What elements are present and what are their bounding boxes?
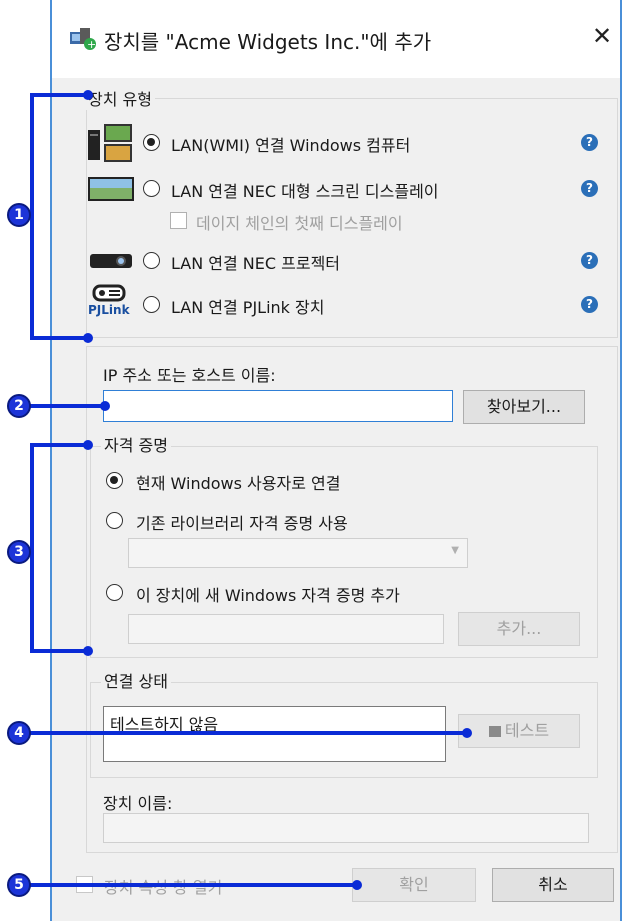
ok-button[interactable]: 확인	[352, 868, 476, 902]
address-input[interactable]	[103, 390, 453, 422]
add-device-icon: +	[70, 28, 96, 51]
radio-large-display[interactable]	[143, 180, 160, 197]
option-pjlink: LAN 연결 PJLink 장치	[171, 298, 325, 317]
radio-projector[interactable]	[143, 252, 160, 269]
radio-new-credential[interactable]	[106, 584, 123, 601]
callout-dot	[100, 401, 110, 411]
callout-dot	[352, 880, 362, 890]
option-projector: LAN 연결 NEC 프로젝터	[171, 254, 341, 273]
radio-current-user[interactable]	[106, 472, 123, 489]
callout-badge: 4	[7, 721, 31, 745]
help-icon[interactable]: ?	[581, 134, 598, 151]
device-type-label: 장치 유형	[85, 86, 155, 110]
daisy-chain-label: 데이지 체인의 첫째 디스플레이	[196, 214, 403, 233]
callout-dot	[462, 728, 472, 738]
network-port-icon	[488, 726, 501, 737]
pjlink-logo-text: PJLink	[88, 303, 130, 317]
callout-line	[30, 93, 88, 97]
help-icon[interactable]: ?	[581, 296, 598, 313]
callout-badge: 3	[7, 540, 31, 564]
callout-line	[30, 649, 88, 653]
connection-status-label: 연결 상태	[101, 668, 171, 692]
option-library-credential: 기존 라이브러리 자격 증명 사용	[136, 514, 348, 533]
radio-pjlink[interactable]	[143, 296, 160, 313]
callout-dot	[83, 90, 93, 100]
window-title: 장치를 "Acme Widgets Inc."에 추가	[104, 30, 432, 54]
option-windows-computer: LAN(WMI) 연결 Windows 컴퓨터	[171, 136, 411, 155]
large-display-icon	[88, 177, 134, 203]
daisy-chain-checkbox[interactable]	[170, 212, 187, 229]
windows-computer-icon	[88, 122, 134, 164]
callout-line	[20, 404, 106, 408]
callout-line	[20, 883, 358, 887]
callout-dot	[83, 646, 93, 656]
address-label: IP 주소 또는 호스트 이름:	[103, 366, 276, 385]
close-icon[interactable]: ✕	[592, 22, 612, 50]
test-button-label: 테스트	[504, 721, 550, 740]
chevron-down-icon: ▼	[451, 545, 459, 556]
callout-dot	[83, 440, 93, 450]
credentials-label: 자격 증명	[101, 432, 171, 456]
cancel-button[interactable]: 취소	[492, 868, 614, 902]
callout-line	[20, 731, 468, 735]
help-icon[interactable]: ?	[581, 252, 598, 269]
help-icon[interactable]: ?	[581, 180, 598, 197]
radio-library-credential[interactable]	[106, 512, 123, 529]
browse-button[interactable]: 찾아보기...	[463, 390, 585, 424]
callout-line	[30, 443, 88, 447]
device-name-label: 장치 이름:	[103, 794, 173, 813]
callout-badge: 5	[7, 873, 31, 897]
callout-line	[30, 336, 88, 340]
svg-text:+: +	[87, 38, 96, 50]
test-button[interactable]: 테스트	[458, 714, 580, 748]
callout-dot	[83, 333, 93, 343]
radio-windows-computer[interactable]	[143, 134, 160, 151]
device-name-field[interactable]	[103, 813, 589, 843]
library-credential-select[interactable]: ▼	[128, 538, 468, 568]
option-current-user: 현재 Windows 사용자로 연결	[136, 474, 341, 493]
callout-badge: 1	[7, 203, 31, 227]
option-large-display: LAN 연결 NEC 대형 스크린 디스플레이	[171, 182, 439, 201]
new-credential-field[interactable]	[128, 614, 444, 644]
add-credential-button[interactable]: 추가...	[458, 612, 580, 646]
callout-badge: 2	[7, 394, 31, 418]
option-new-credential: 이 장치에 새 Windows 자격 증명 추가	[136, 586, 400, 605]
projector-icon	[88, 250, 134, 272]
